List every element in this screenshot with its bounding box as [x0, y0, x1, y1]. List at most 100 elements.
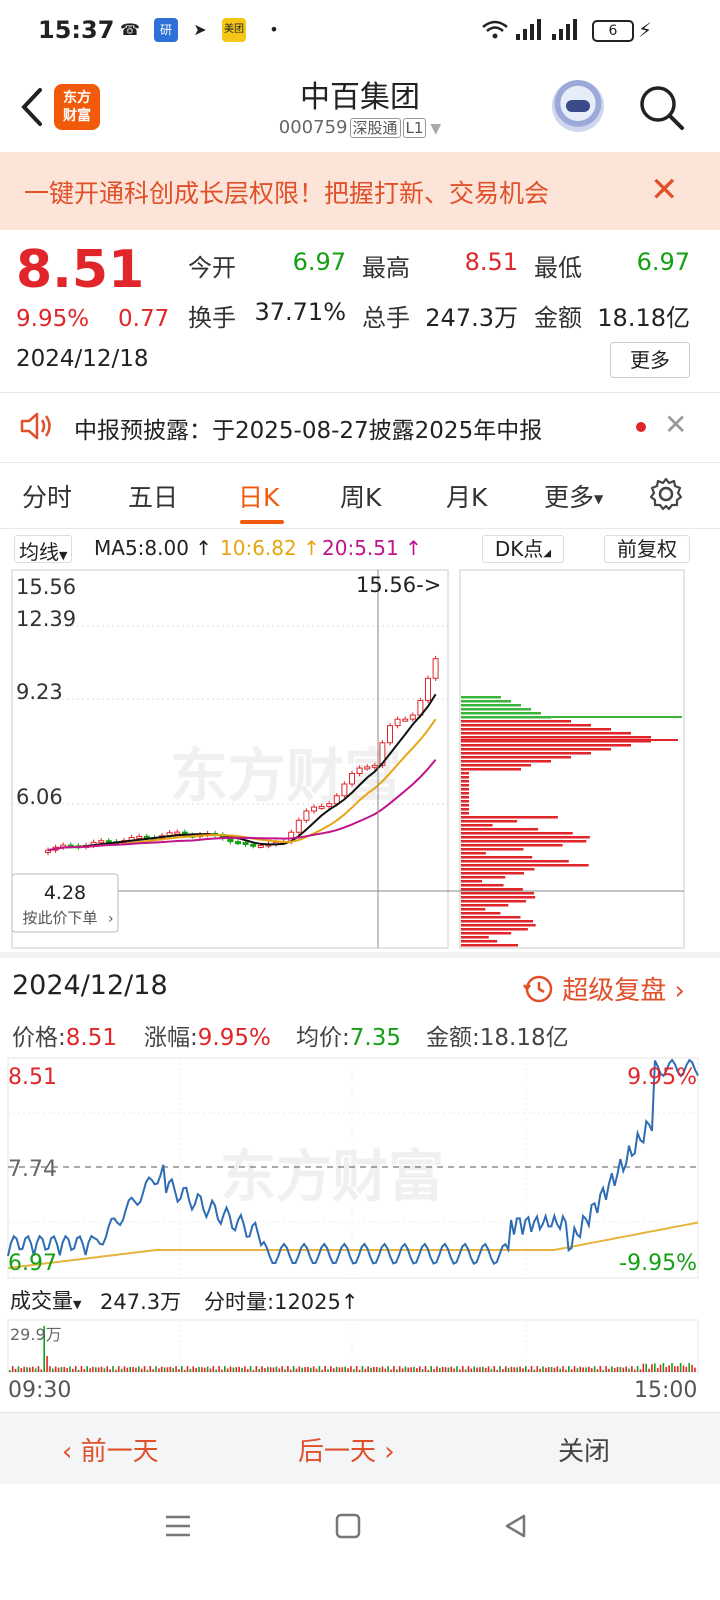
meituan-icon: 美团: [222, 18, 246, 42]
chip-bar: [461, 856, 533, 859]
chip-bar: [461, 828, 539, 831]
charging-icon: ⚡: [638, 18, 653, 42]
intraday-chart[interactable]: 东方财富 8.51 7.74 6.97 9.95% -9.95%: [0, 1056, 720, 1280]
volume-bar: [427, 1369, 430, 1372]
candle-body: [326, 803, 333, 807]
stock-code-line[interactable]: 000759 深股通 L1 ▼: [0, 117, 720, 138]
volume-bar: [287, 1366, 289, 1372]
crosshair-price-box[interactable]: 4.28 按此价下单 ›: [11, 873, 119, 933]
volume-bar: [470, 1368, 473, 1372]
home-icon[interactable]: [334, 1512, 362, 1544]
tab-daily-k[interactable]: 日K: [238, 478, 279, 514]
volume-bar: [636, 1366, 639, 1372]
crosshair-hint: 按此价下单: [22, 909, 97, 927]
tab-weekly-k[interactable]: 周K: [340, 478, 381, 514]
candle-body: [295, 819, 302, 833]
volume-bar: [57, 1367, 60, 1372]
tab-five-day[interactable]: 五日: [128, 478, 178, 514]
volume-bar: [464, 1369, 467, 1372]
volume-bar: [269, 1367, 272, 1372]
volume-bar: [307, 1366, 309, 1372]
caret-down-icon: ▼: [594, 492, 604, 506]
menu-icon[interactable]: [164, 1512, 192, 1544]
more-quote-button[interactable]: 更多: [610, 342, 690, 378]
volume-bar: [476, 1367, 478, 1372]
volume-bar: [410, 1367, 412, 1372]
candle-body: [250, 843, 257, 847]
high-label: 最高: [362, 254, 410, 282]
volume-bar: [34, 1368, 37, 1372]
candle-body: [432, 658, 439, 679]
volume-bar: [74, 1366, 77, 1372]
signal-icon-2: [550, 18, 580, 42]
tick-vol-value: 12025: [274, 1290, 341, 1314]
chip-bar: [461, 720, 571, 723]
volume-bar: [553, 1367, 556, 1372]
volume-bar: [479, 1367, 481, 1372]
tab-intraday[interactable]: 分时: [22, 478, 72, 514]
notice-text[interactable]: 中报预披露：于2025-08-27披露2025年中报: [74, 411, 542, 445]
settings-gear-icon[interactable]: [648, 476, 684, 516]
volume-indicator-select[interactable]: 成交量▼: [10, 1285, 81, 1315]
crosshair-price: 4.28: [44, 882, 86, 904]
volume-bar: [682, 1365, 685, 1372]
promo-banner[interactable]: 一键开通科创成长层权限！把握打新、交易机会 ✕: [0, 152, 720, 230]
volume-bar: [579, 1366, 582, 1372]
volume-bar: [364, 1368, 367, 1372]
volume-bar: [605, 1366, 607, 1372]
volume-bar: [522, 1368, 524, 1372]
volume-bar: [258, 1369, 260, 1372]
intraday-watermark: 东方财富: [220, 1145, 444, 1210]
volume-bar: [625, 1366, 627, 1372]
volume-bar: [72, 1368, 74, 1372]
tab-monthly-k[interactable]: 月K: [446, 478, 487, 514]
volume-bar: [146, 1369, 149, 1372]
volume-bar: [152, 1369, 154, 1372]
volume-bar: [40, 1369, 43, 1372]
volume-bar: [378, 1367, 381, 1372]
chip-bar: [461, 700, 511, 703]
volume-bar: [622, 1367, 625, 1372]
kline-chart[interactable]: 东方财富 15.56 12.39 9.23 6.06 15.56-> 4.28 …: [0, 566, 720, 950]
low-value: 6.97: [636, 248, 690, 276]
volume-bar: [138, 1366, 140, 1372]
ma10-text: 10:6.82: [220, 536, 297, 560]
volume-bar: [645, 1363, 647, 1372]
close-icon[interactable]: ✕: [650, 170, 679, 210]
chip-bar: [461, 836, 590, 839]
chip-bar: [461, 932, 512, 935]
super-replay-button[interactable]: 超级复盘 ›: [522, 970, 685, 1007]
volume-bar: [596, 1369, 599, 1372]
volume-bar: [126, 1367, 129, 1372]
volume-bar: [602, 1369, 604, 1372]
next-day-button[interactable]: 后一天 ›: [298, 1431, 395, 1468]
volume-bar: [23, 1366, 25, 1372]
volume-bar: [430, 1366, 432, 1372]
chip-bar: [461, 916, 521, 919]
volume-bar: [390, 1369, 392, 1372]
prev-day-button[interactable]: ‹ 前一天: [62, 1431, 159, 1468]
close-button[interactable]: 关闭: [558, 1431, 610, 1468]
adjust-price-button[interactable]: 前复权: [604, 535, 690, 563]
notice-close-icon[interactable]: ✕: [664, 408, 687, 441]
stock-code: 000759: [278, 117, 348, 138]
turnover-value: 37.71%: [254, 298, 346, 326]
volume-bar: [401, 1368, 404, 1372]
chip-bar: [461, 904, 509, 907]
tick-vol-label: 分时量:: [204, 1290, 275, 1314]
send-icon: ➤: [193, 20, 207, 39]
volume-max-label: 29.9万: [10, 1325, 62, 1344]
ma5-text: MA5:8.00: [94, 536, 189, 560]
search-button[interactable]: [636, 82, 686, 132]
volume-bar: [149, 1366, 152, 1372]
ma-select[interactable]: 均线▼: [14, 535, 73, 564]
volume-bar: [241, 1367, 243, 1372]
dk-point-button[interactable]: DK点◢: [482, 535, 564, 563]
stock-name: 中百集团: [300, 80, 420, 115]
volume-bar: [261, 1366, 263, 1372]
volume-bar: [565, 1369, 567, 1372]
ai-assistant-robot-icon[interactable]: [552, 80, 604, 132]
chip-bar: [461, 940, 498, 943]
tab-more[interactable]: 更多▼: [544, 478, 603, 514]
back-nav-icon[interactable]: [502, 1512, 530, 1544]
